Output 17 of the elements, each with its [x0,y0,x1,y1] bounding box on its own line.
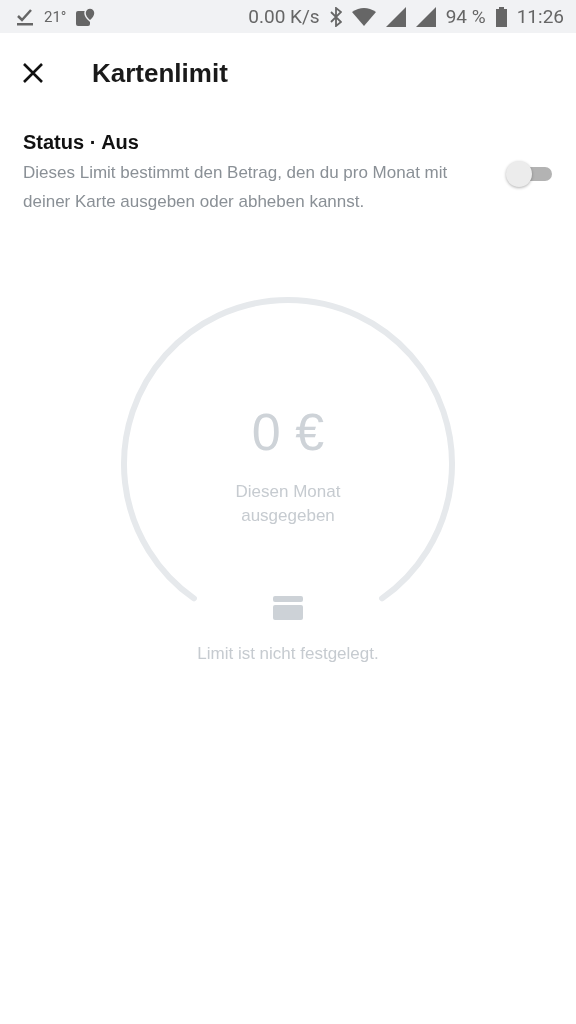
clock: 11:26 [516,5,564,28]
status-toggle[interactable] [506,159,552,188]
card-icon [273,596,303,620]
network-speed: 0.00 K/s [248,5,320,28]
page-title: Kartenlimit [92,57,228,89]
bluetooth-icon [329,6,342,27]
spent-caption: Diesen Monat ausgegeben [234,481,342,527]
signal-icon [385,6,406,27]
temperature: 21° [44,7,67,26]
battery-icon [495,6,507,27]
status-title: Status · Aus [23,131,140,154]
battery-level: 94 % [445,5,486,28]
limit-note: Limit ist nicht festgelegt. [196,644,380,664]
status-description: Dieses Limit bestimmt den Betrag, den du pro Monat mit deiner Karte ausgeben oder abheben kannst. [23,162,449,213]
wifi-icon [351,7,376,26]
signal-icon [415,6,436,27]
download-done-icon [16,7,34,26]
